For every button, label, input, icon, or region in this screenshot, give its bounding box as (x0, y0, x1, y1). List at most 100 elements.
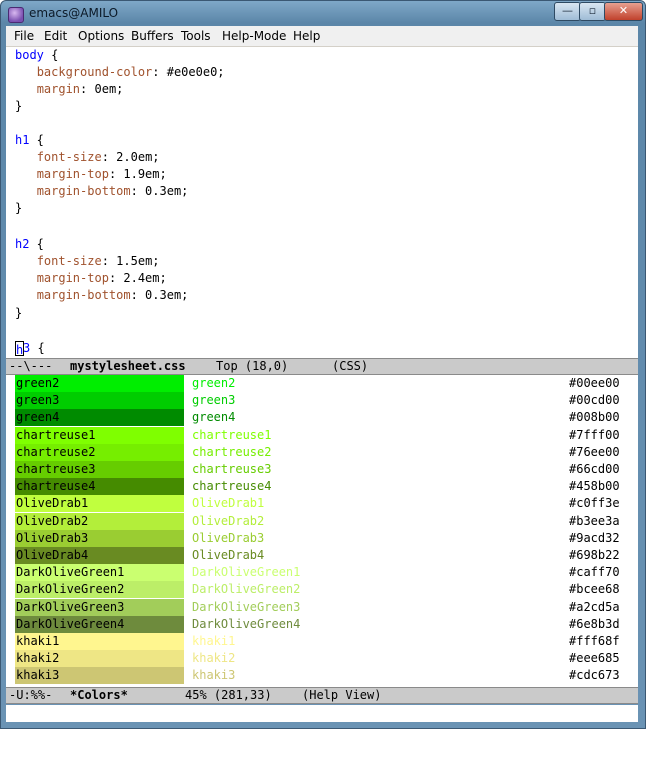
modeline-mode[interactable]: (Help View) (302, 688, 381, 703)
color-foreground-sample: DarkOliveGreen3 (192, 599, 301, 614)
color-swatch: khaki2 (15, 650, 184, 668)
color-swatch: khaki3 (15, 667, 184, 685)
color-foreground-sample: khaki1 (192, 634, 236, 648)
color-swatch: khaki1 (15, 633, 184, 650)
css-selector: body (15, 48, 44, 62)
color-foreground-sample: OliveDrab2 (192, 513, 265, 528)
color-row: green3 green3 #00cd00 (6, 392, 638, 410)
color-row: chartreuse4 chartreuse4 #458b00 (6, 478, 638, 496)
color-row: khaki1 khaki1 #fff68f (6, 633, 638, 650)
color-foreground-sample: chartreuse3 (192, 462, 272, 476)
color-foreground-sample: khaki2 (192, 651, 236, 666)
css-selector: h1 (15, 133, 30, 147)
color-foreground-sample: DarkOliveGreen1 (192, 565, 301, 580)
css-property: font-size (36, 254, 102, 268)
css-editor-pane[interactable]: body { background-color: #e0e0e0; margin… (6, 47, 638, 358)
close-button[interactable]: ✕ (604, 2, 643, 21)
color-swatch: green3 (15, 392, 184, 410)
colors-list-pane[interactable]: green2 green2 #00ee00 green3 green3 #00cd00 gr… (6, 375, 638, 687)
color-hex-value: #698b22 (569, 548, 620, 562)
code-line: } (15, 99, 23, 113)
color-hex-value: #7fff00 (569, 427, 620, 442)
color-swatch: OliveDrab2 (15, 512, 184, 530)
minimize-button[interactable]: — (554, 2, 581, 21)
code-line: font-size: 1.5em; (36, 254, 160, 268)
color-row: DarkOliveGreen4 DarkOliveGreen4 #6e8b3d (6, 615, 638, 633)
color-swatch: chartreuse3 (15, 461, 184, 478)
modeline-buffer-name[interactable]: mystylesheet.css (70, 359, 186, 374)
color-row: DarkOliveGreen2 DarkOliveGreen2 #bcee68 (6, 581, 638, 599)
color-row: OliveDrab4 OliveDrab4 #698b22 (6, 547, 638, 564)
window-title: emacs@AMILO (29, 6, 119, 20)
color-hex-value: #66cd00 (569, 462, 620, 476)
css-property: margin-top (36, 167, 109, 181)
color-foreground-sample: DarkOliveGreen2 (192, 582, 301, 597)
modeline-buffer-name[interactable]: *Colors* (70, 688, 128, 703)
css-property: margin (36, 82, 81, 96)
color-swatch: chartreuse2 (15, 443, 184, 461)
code-line: margin-top: 2.4em; (36, 271, 167, 285)
color-hex-value: #6e8b3d (569, 616, 620, 631)
window-bottom-border (0, 722, 644, 728)
color-swatch: green4 (15, 409, 184, 427)
color-swatch: DarkOliveGreen3 (15, 598, 184, 616)
color-swatch: OliveDrab3 (15, 529, 184, 547)
color-swatch: DarkOliveGreen4 (15, 615, 184, 633)
color-swatch: green2 (15, 375, 184, 392)
color-foreground-sample: chartreuse1 (192, 427, 272, 442)
css-property: font-size (36, 150, 102, 164)
color-foreground-sample: chartreuse4 (192, 479, 272, 494)
modeline-mode[interactable]: (CSS) (332, 359, 368, 374)
color-row: OliveDrab3 OliveDrab3 #9acd32 (6, 529, 638, 547)
color-foreground-sample: khaki3 (192, 668, 236, 683)
color-swatch: chartreuse1 (15, 426, 184, 444)
menu-buffers[interactable]: Buffers (131, 29, 174, 43)
modeline-status: -U:%%- (9, 688, 53, 702)
color-foreground-sample: green3 (192, 393, 236, 408)
color-foreground-sample: green2 (192, 376, 236, 390)
code-line: margin-bottom: 0.3em; (36, 184, 189, 198)
code-line: } (15, 201, 23, 215)
mode-line-bottom[interactable]: -U:%%- *Colors* 45% (281,33) (Help View) (6, 687, 638, 704)
mode-line-top[interactable]: --\--- mystylesheet.css Top (18,0) (CSS) (6, 358, 638, 375)
code-line: margin-bottom: 0.3em; (36, 288, 189, 302)
color-hex-value: #00cd00 (569, 393, 620, 408)
css-property: background-color (36, 65, 153, 79)
color-foreground-sample: OliveDrab4 (192, 548, 265, 562)
css-property: margin-top (36, 271, 109, 285)
color-row: green4 green4 #008b00 (6, 409, 638, 427)
color-hex-value: #caff70 (569, 565, 620, 580)
color-swatch: OliveDrab4 (15, 547, 184, 564)
color-foreground-sample: OliveDrab3 (192, 530, 265, 545)
color-row: DarkOliveGreen3 DarkOliveGreen3 #a2cd5a (6, 598, 638, 616)
menu-edit[interactable]: Edit (44, 29, 67, 43)
color-hex-value: #76ee00 (569, 444, 620, 459)
menu-help-mode[interactable]: Help-Mode (222, 29, 286, 43)
color-hex-value: #008b00 (569, 410, 620, 425)
css-selector: h2 (15, 237, 30, 251)
color-hex-value: #c0ff3e (569, 496, 620, 511)
color-row: OliveDrab2 OliveDrab2 #b3ee3a (6, 512, 638, 530)
color-hex-value: #fff68f (569, 634, 620, 648)
menu-options[interactable]: Options (78, 29, 124, 43)
menu-tools[interactable]: Tools (181, 29, 211, 43)
menu-file[interactable]: File (14, 29, 34, 43)
code-line: h3 { (15, 341, 45, 357)
code-line: } (15, 306, 23, 320)
menu-help[interactable]: Help (293, 29, 320, 43)
modeline-status: --\--- (9, 359, 53, 373)
color-row: chartreuse2 chartreuse2 #76ee00 (6, 443, 638, 461)
code-line: h2 { (15, 237, 44, 251)
title-bar[interactable]: emacs@AMILO — ▫ ✕ (1, 1, 645, 27)
color-swatch: DarkOliveGreen2 (15, 581, 184, 599)
color-row: khaki3 khaki3 #cdc673 (6, 667, 638, 685)
color-row: chartreuse1 chartreuse1 #7fff00 (6, 426, 638, 444)
minibuffer[interactable] (6, 705, 638, 722)
css-property: margin-bottom (36, 288, 131, 302)
code-line: margin-top: 1.9em; (36, 167, 167, 181)
color-hex-value: #a2cd5a (569, 599, 620, 614)
code-line: body { (15, 48, 59, 62)
maximize-button[interactable]: ▫ (579, 2, 606, 21)
color-row: chartreuse3 chartreuse3 #66cd00 (6, 461, 638, 478)
color-hex-value: #b3ee3a (569, 513, 620, 528)
